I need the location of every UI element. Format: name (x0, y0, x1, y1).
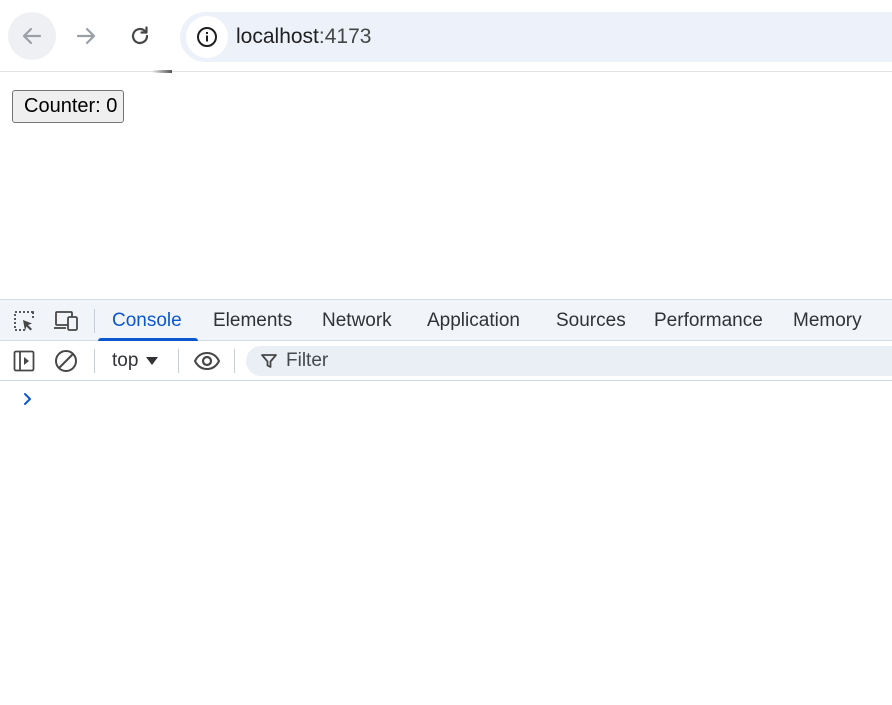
browser-toolbar: localhost:4173 (0, 0, 892, 72)
tab-memory[interactable]: Memory (793, 300, 862, 341)
arrow-right-icon (76, 27, 96, 45)
tab-console[interactable]: Console (98, 300, 198, 341)
forward-button[interactable] (62, 12, 110, 60)
dropdown-arrow-icon (146, 357, 159, 365)
clear-console-button[interactable] (52, 348, 80, 374)
page-viewport: Counter: 0 (0, 73, 892, 299)
reload-button[interactable] (116, 12, 164, 60)
console-toolbar: top (0, 341, 892, 381)
live-expression-button[interactable] (191, 348, 223, 374)
url-text[interactable]: localhost:4173 (236, 25, 371, 49)
tab-sources[interactable]: Sources (556, 300, 626, 341)
reload-icon (131, 26, 149, 45)
url-port: :4173 (318, 25, 372, 48)
tab-performance[interactable]: Performance (654, 300, 763, 341)
clear-icon (55, 350, 77, 372)
address-bar[interactable]: localhost:4173 (180, 12, 892, 62)
sidebar-icon (13, 350, 35, 372)
toolbar-divider (178, 349, 179, 373)
device-toggle-icon (54, 311, 78, 331)
console-filter[interactable] (246, 346, 892, 376)
tabbar-divider (94, 309, 95, 333)
counter-button[interactable]: Counter: 0 (12, 90, 125, 123)
tab-application[interactable]: Application (427, 300, 520, 341)
chevron-right-icon (24, 393, 31, 405)
device-toolbar-button[interactable] (52, 308, 80, 334)
tab-elements[interactable]: Elements (213, 300, 292, 341)
show-sidebar-button[interactable] (10, 348, 38, 374)
site-info-button[interactable] (186, 16, 228, 58)
eye-icon (193, 351, 221, 371)
info-icon (197, 27, 217, 47)
filter-icon (261, 354, 277, 368)
context-selector[interactable]: top (108, 347, 162, 375)
inspect-element-button[interactable] (10, 308, 38, 334)
toolbar-divider (234, 349, 235, 373)
console-output[interactable] (0, 381, 892, 705)
devtools-tabbar: Console Elements Network Application Sou… (0, 300, 892, 341)
arrow-left-icon (22, 27, 42, 45)
console-prompt[interactable] (22, 389, 34, 414)
filter-input[interactable] (286, 348, 886, 374)
url-host: localhost (236, 25, 319, 48)
tab-network[interactable]: Network (322, 300, 392, 341)
inspect-element-icon (14, 311, 34, 331)
devtools-panel: Console Elements Network Application Sou… (0, 299, 892, 704)
context-label: top (112, 350, 139, 371)
back-button[interactable] (8, 12, 56, 60)
toolbar-divider (94, 349, 95, 373)
